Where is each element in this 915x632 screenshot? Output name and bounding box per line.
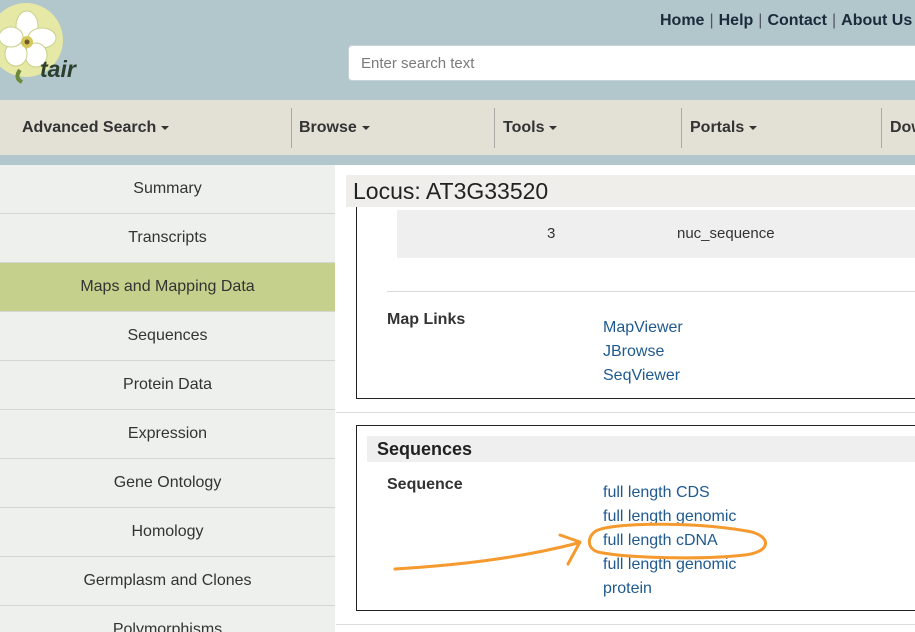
nav-tools[interactable]: Tools xyxy=(503,100,558,155)
nav-divider xyxy=(681,108,682,148)
sequences-panel: Sequences Sequence full length CDS full … xyxy=(356,425,915,611)
seqviewer-link[interactable]: SeqViewer xyxy=(603,367,680,385)
sidebar-item-transcripts[interactable]: Transcripts xyxy=(0,214,335,263)
sequence-label: Sequence xyxy=(387,476,463,493)
jbrowse-link[interactable]: JBrowse xyxy=(603,343,664,361)
separator: | xyxy=(709,12,714,29)
nav-portals[interactable]: Portals xyxy=(690,100,758,155)
protein-link[interactable]: protein xyxy=(603,580,652,598)
home-link[interactable]: Home xyxy=(660,12,704,29)
contact-link[interactable]: Contact xyxy=(767,12,827,29)
nav-tools-label: Tools xyxy=(503,119,545,136)
full-length-cds-link[interactable]: full length CDS xyxy=(603,484,710,502)
divider xyxy=(336,624,915,625)
nav-browse[interactable]: Browse xyxy=(299,100,370,155)
separator: | xyxy=(832,12,837,29)
divider xyxy=(336,412,915,413)
map-links-label: Map Links xyxy=(387,311,466,328)
sidebar-item-expression[interactable]: Expression xyxy=(0,410,335,459)
nav-portals-label: Portals xyxy=(690,119,745,136)
search-input[interactable] xyxy=(348,45,915,81)
sidebar-item-gene-ontology[interactable]: Gene Ontology xyxy=(0,459,335,508)
sidebar-item-polymorphisms[interactable]: Polymorphisms xyxy=(0,606,335,632)
nav-download[interactable]: Dow xyxy=(890,100,915,155)
sidebar-item-maps[interactable]: Maps and Mapping Data xyxy=(0,263,335,312)
nav-bottom-strip xyxy=(0,155,915,165)
nav-divider xyxy=(494,108,495,148)
logo-text: tair xyxy=(40,56,76,82)
sidebar: Summary Transcripts Maps and Mapping Dat… xyxy=(0,165,335,632)
table-row: 3 nuc_sequence xyxy=(397,210,915,258)
caret-down-icon xyxy=(361,125,370,130)
maps-panel: 3 nuc_sequence Map Links MapViewer JBrow… xyxy=(356,207,915,399)
caret-down-icon xyxy=(549,125,558,130)
row-type: nuc_sequence xyxy=(677,225,775,242)
nav-browse-label: Browse xyxy=(299,119,357,136)
divider xyxy=(387,291,915,292)
page-title: Locus: AT3G33520 xyxy=(346,175,915,207)
main-nav: Advanced Search Browse Tools Portals Dow xyxy=(0,100,915,155)
separator: | xyxy=(758,12,763,29)
full-length-genomic-link[interactable]: full length genomic xyxy=(603,508,736,526)
mapviewer-link[interactable]: MapViewer xyxy=(603,319,683,337)
top-links: Home | Help | Contact | About Us xyxy=(660,12,915,30)
nav-divider xyxy=(881,108,882,148)
sidebar-item-protein-data[interactable]: Protein Data xyxy=(0,361,335,410)
full-length-genomic-link-2[interactable]: full length genomic xyxy=(603,556,736,574)
sidebar-item-summary[interactable]: Summary xyxy=(0,165,335,214)
sidebar-item-sequences[interactable]: Sequences xyxy=(0,312,335,361)
caret-down-icon xyxy=(161,125,170,130)
sidebar-item-homology[interactable]: Homology xyxy=(0,508,335,557)
full-length-cdna-link[interactable]: full length cDNA xyxy=(603,532,718,550)
site-header: tair Home | Help | Contact | About Us xyxy=(0,0,915,100)
nav-advanced-search[interactable]: Advanced Search xyxy=(22,100,170,155)
help-link[interactable]: Help xyxy=(719,12,754,29)
row-number: 3 xyxy=(547,225,556,242)
caret-down-icon xyxy=(749,125,758,130)
nav-divider xyxy=(291,108,292,148)
nav-download-label: Dow xyxy=(890,119,915,136)
nav-advanced-search-label: Advanced Search xyxy=(22,119,157,136)
sequences-header: Sequences xyxy=(367,436,915,462)
about-us-link[interactable]: About Us xyxy=(841,12,912,29)
main-content: 3 nuc_sequence Map Links MapViewer JBrow… xyxy=(336,165,915,632)
sidebar-item-germplasm[interactable]: Germplasm and Clones xyxy=(0,557,335,606)
